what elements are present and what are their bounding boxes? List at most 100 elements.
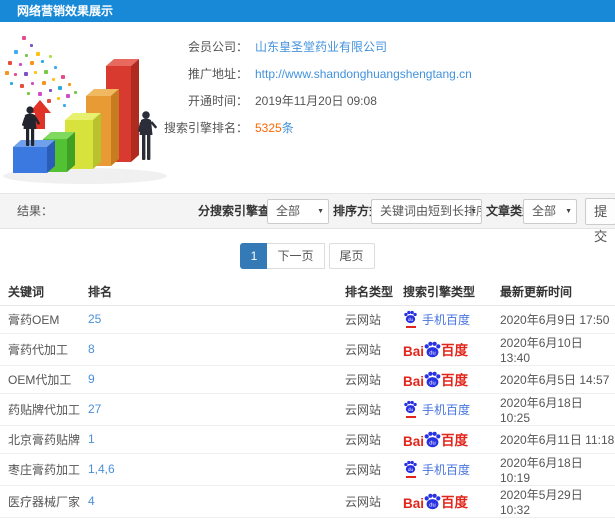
keyword-cell: 北京膏药贴牌 [0,425,80,454]
info-row-rank-count: 搜索引擎排名： 5325条 [158,114,598,141]
rank-type-cell: 云网站 [337,393,395,426]
article-type-selected: 全部 [532,204,557,218]
engine-cell: du 手机百度 Bai du [395,393,492,426]
baidu-logo: Bai du 百度 [403,339,468,359]
open-time-value: 2019年11月20日 09:08 [255,94,377,108]
svg-text:du: du [429,502,435,508]
rank-cell: 1 [80,425,337,454]
rank-type-cell: 云网站 [337,333,395,366]
rank-link[interactable]: 1,4,6 [88,462,115,476]
header-rank: 排名 [80,278,337,306]
rank-link[interactable]: 27 [88,402,101,416]
businessman-right [138,111,157,160]
header-updated: 最新更新时间 [492,278,615,306]
promo-url-link[interactable]: http://www.shandonghuangshengtang.cn [255,67,472,81]
chevron-down-icon: ▼ [470,208,477,215]
rank-link[interactable]: 1 [88,432,95,446]
engine-cell: du 手机百度 Bai du [395,305,492,334]
page-title: 网络营销效果展示 [17,4,114,18]
rank-cell: 4 [80,485,337,518]
table-row: 膏药代加工 8 云网站 du [0,333,615,366]
updated-cell: 2020年6月5日 14:57 [492,365,615,394]
svg-text:du: du [408,407,414,412]
rank-type-cell: 云网站 [337,453,395,486]
keyword-rank-table: 关键词 排名 排名类型 搜索引擎类型 最新更新时间 膏药OEM 25 云网站 d… [0,278,615,520]
rank-link[interactable]: 25 [88,312,101,326]
mobile-baidu-label: 手机百度 [422,462,471,477]
baidu-logo-bai: Bai [403,344,425,359]
engine-view-select[interactable]: 全部 ▼ [267,199,329,224]
header-rank-type: 排名类型 [337,278,395,306]
table-row: 北京膏药贴牌 1 云网站 du [0,425,615,454]
mobile-baidu-label: 手机百度 [422,312,471,327]
rank-link[interactable]: 8 [88,342,95,356]
svg-text:du: du [429,440,435,446]
svg-text:du: du [408,467,414,472]
result-label: 结果： [17,204,54,218]
engine-cell: du 手机百度 Bai du [395,453,492,486]
keyword-cell: OEM代加工 [0,365,80,394]
keyword-cell: 膏药代加工 [0,333,80,366]
table-row: 药贴牌代加工 27 云网站 du 手机百度 2020年6月18日 10:25 [0,393,615,426]
last-page-button[interactable]: 尾页 [328,243,375,269]
rank-type-cell: 云网站 [337,365,395,394]
promo-url-label: 推广地址： [187,67,248,81]
page-1-button[interactable]: 1 [240,243,268,269]
baidu-logo-baidu: 百度 [441,373,469,388]
table-row: OEM代加工 9 云网站 du [0,365,615,394]
updated-cell: 2020年6月18日 10:25 [492,393,615,426]
baidu-logo-bai: Bai [403,434,425,449]
updated-cell: 2020年6月11日 11:18 [492,425,615,454]
updated-cell: 2020年6月18日 10:19 [492,453,615,486]
page: 网络营销效果展示 会员公司： 山东皇圣堂药业有限公司 推广地址： http://… [0,0,615,520]
rank-link[interactable]: 4 [88,494,95,508]
updated-cell: 2020年5月29日 10:32 [492,485,615,518]
baidu-logo-baidu: 百度 [441,495,469,510]
svg-text:du: du [429,380,435,386]
mobile-baidu-logo: du 手机百度 [403,310,470,328]
next-page-button[interactable]: 下一页 [267,243,325,269]
rank-cell: 8 [80,333,337,366]
engine-cell: du 手机百度 Bai du [395,485,492,518]
info-panel: 会员公司： 山东皇圣堂药业有限公司 推广地址： http://www.shand… [158,33,598,141]
info-row-open-time: 开通时间： 2019年11月20日 09:08 [158,87,598,114]
baidu-paw-icon: du [424,493,441,510]
mobile-baidu-label: 手机百度 [422,402,471,417]
submit-button[interactable]: 提交 [585,198,615,244]
paw-underline [405,476,416,478]
baidu-paw-icon: du [404,460,417,474]
header-engine-type: 搜索引擎类型 [395,278,492,306]
keyword-cell: 药贴牌代加工 [0,393,80,426]
table-row: 枣庄膏药加工 1,4,6 云网站 du 手机百度 2020年6月18日 10:1… [0,453,615,486]
table-row: 医疗器械厂家 4 云网站 du [0,485,615,518]
engine-cell: du 手机百度 Bai du [395,365,492,394]
chevron-down-icon: ▼ [565,208,572,215]
rank-link[interactable]: 9 [88,372,95,386]
paw-underline [405,326,416,328]
baidu-logo: Bai du 百度 [403,429,468,449]
updated-cell: 2020年6月9日 17:50 [492,305,615,334]
rank-type-cell: 云网站 [337,485,395,518]
table-header-row: 关键词 排名 排名类型 搜索引擎类型 最新更新时间 [0,278,615,306]
company-label: 会员公司： [187,40,248,54]
engine-view-selected: 全部 [276,204,301,218]
keyword-cell: 医疗器械厂家 [0,485,80,518]
rank-count-label: 搜索引擎排名： [163,121,248,135]
engine-cell: du 手机百度 Bai du [395,333,492,366]
chevron-down-icon: ▼ [317,208,324,215]
baidu-logo: Bai du 百度 [403,369,468,389]
table-row: 膏药OEM 25 云网站 du 手机百度 2020年6月9日 17:50 [0,305,615,334]
engine-cell: du 手机百度 Bai du [395,425,492,454]
company-link[interactable]: 山东皇圣堂药业有限公司 [255,38,387,55]
info-row-url: 推广地址： http://www.shandonghuangshengtang.… [158,60,598,87]
sort-select[interactable]: 关键词由短到长排序 ▼ [371,199,482,224]
baidu-paw-icon: du [404,400,417,414]
rank-type-cell: 云网站 [337,305,395,334]
article-type-select[interactable]: 全部 ▼ [523,199,577,224]
baidu-paw-icon: du [424,431,441,448]
baidu-logo-baidu: 百度 [441,343,469,358]
baidu-paw-icon: du [404,310,417,324]
keyword-cell: 膏药OEM [0,305,80,334]
baidu-logo-bai: Bai [403,496,425,511]
keyword-cell: 枣庄膏药加工 [0,453,80,486]
